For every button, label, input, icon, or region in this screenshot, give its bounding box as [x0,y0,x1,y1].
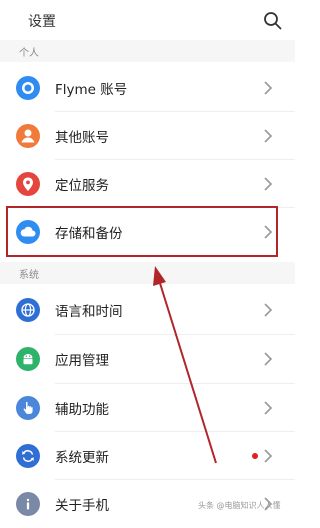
section-label: 系统 [19,270,39,281]
chevron-right-icon [264,129,273,143]
settings-item-label: 应用管理 [55,353,109,369]
chevron-right-icon [264,352,273,366]
settings-item-label: 系统更新 [55,450,109,466]
settings-item-system-update[interactable]: 系统更新 [0,432,295,480]
settings-item-language-time[interactable]: 语言和时间 [0,286,295,334]
chevron-right-icon [264,401,273,415]
settings-item-location[interactable]: 定位服务 [0,160,295,208]
chevron-right-icon [264,449,273,463]
section-header-system: 系统 [0,262,295,284]
chevron-right-icon [264,177,273,191]
settings-item-label: 关于手机 [55,498,109,514]
watermark-text: 头条 @电脑知识人人懂 [198,501,281,510]
android-icon [16,347,40,371]
refresh-icon [16,444,40,468]
user-icon [16,124,40,148]
settings-item-label: 语言和时间 [55,304,123,320]
settings-item-app-management[interactable]: 应用管理 [0,335,295,383]
hand-pointer-icon [16,396,40,420]
highlight-box [6,206,278,257]
section-header-personal: 个人 [0,40,295,62]
globe-icon [16,298,40,322]
settings-item-flyme-account[interactable]: Flyme 账号 [0,64,295,112]
location-pin-icon [16,172,40,196]
page-title: 设置 [28,14,56,30]
settings-item-accessibility[interactable]: 辅助功能 [0,384,295,432]
section-label: 个人 [19,48,39,59]
update-badge-dot [252,453,258,459]
chevron-right-icon [264,81,273,95]
settings-item-label: 定位服务 [55,178,109,194]
info-icon [16,492,40,516]
settings-item-label: Flyme 账号 [55,82,128,98]
search-icon[interactable] [263,11,282,30]
settings-item-label: 辅助功能 [55,402,109,418]
settings-item-label: 其他账号 [55,130,109,146]
settings-item-other-accounts[interactable]: 其他账号 [0,112,295,160]
flyme-account-icon [16,76,40,100]
chevron-right-icon [264,303,273,317]
app-header: 设置 [0,0,295,40]
